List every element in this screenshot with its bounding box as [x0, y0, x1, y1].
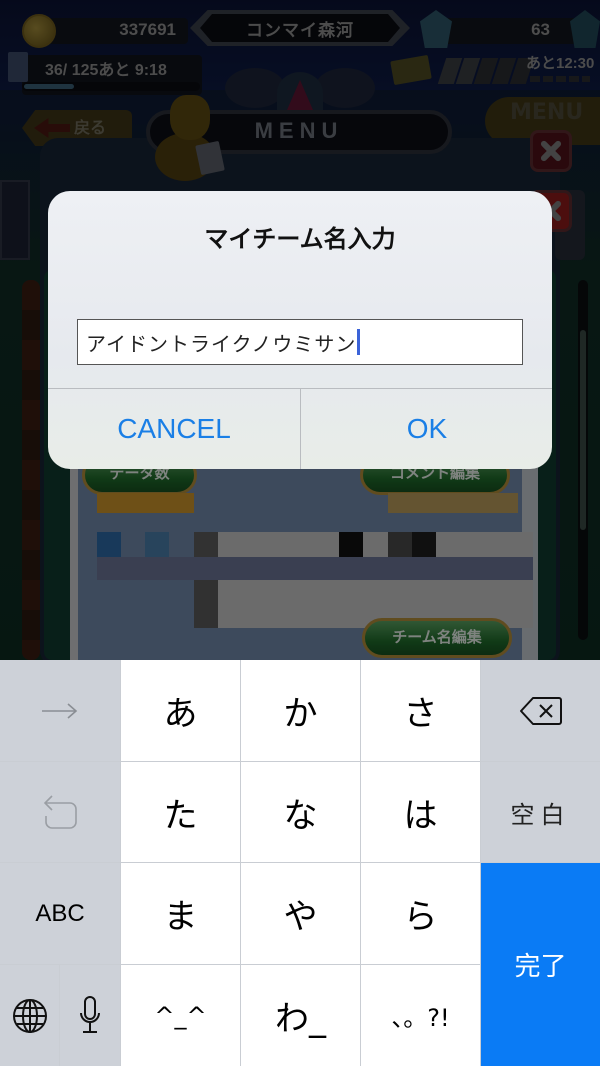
delete-key[interactable] — [481, 660, 600, 761]
ok-button[interactable]: OK — [301, 389, 552, 469]
globe-icon — [12, 998, 47, 1033]
space-key[interactable]: 空白 — [481, 762, 600, 862]
dictation-key[interactable] — [60, 965, 120, 1066]
done-key[interactable]: 完了 — [481, 863, 600, 1066]
undo-icon — [43, 795, 77, 829]
kana-key-ya[interactable]: や — [241, 863, 360, 964]
team-name-input-value: アイドントライクノウミサン — [86, 331, 357, 356]
globe-key[interactable] — [0, 965, 59, 1066]
kana-key-ra[interactable]: ら — [361, 863, 480, 964]
kana-key-ta[interactable]: た — [121, 762, 240, 862]
kana-key-ma[interactable]: ま — [121, 863, 240, 964]
kana-key-a[interactable]: あ — [121, 660, 240, 761]
text-cursor — [357, 329, 361, 355]
cancel-button[interactable]: CANCEL — [48, 389, 300, 469]
kana-key-ka[interactable]: か — [241, 660, 360, 761]
punctuation-key[interactable]: 、。?! — [361, 965, 480, 1066]
screen: 337691 コンマイ森河 63 36/ 125あと 9:18 あと12:30 — [0, 0, 600, 1066]
team-name-input[interactable]: アイドントライクノウミサン — [77, 319, 523, 365]
kana-key-wa[interactable]: わ_ — [241, 965, 360, 1066]
microphone-icon — [80, 995, 100, 1033]
emoticon-key[interactable]: ^_^ — [121, 965, 240, 1066]
next-candidate-key[interactable] — [0, 660, 120, 761]
kana-key-na[interactable]: な — [241, 762, 360, 862]
abc-key[interactable]: ABC — [0, 863, 120, 964]
arrow-right-icon — [42, 702, 78, 719]
japanese-keyboard: あ か さ た な は 空白 ABC ま や ら ^_^ わ_ 、。?! 完了 — [0, 660, 600, 1066]
kana-key-sa[interactable]: さ — [361, 660, 480, 761]
team-name-dialog: マイチーム名入力 アイドントライクノウミサン CANCEL OK — [48, 191, 552, 469]
delete-icon — [519, 696, 562, 725]
undo-key[interactable] — [0, 762, 120, 862]
kana-key-ha[interactable]: は — [361, 762, 480, 862]
dialog-title: マイチーム名入力 — [204, 225, 396, 253]
